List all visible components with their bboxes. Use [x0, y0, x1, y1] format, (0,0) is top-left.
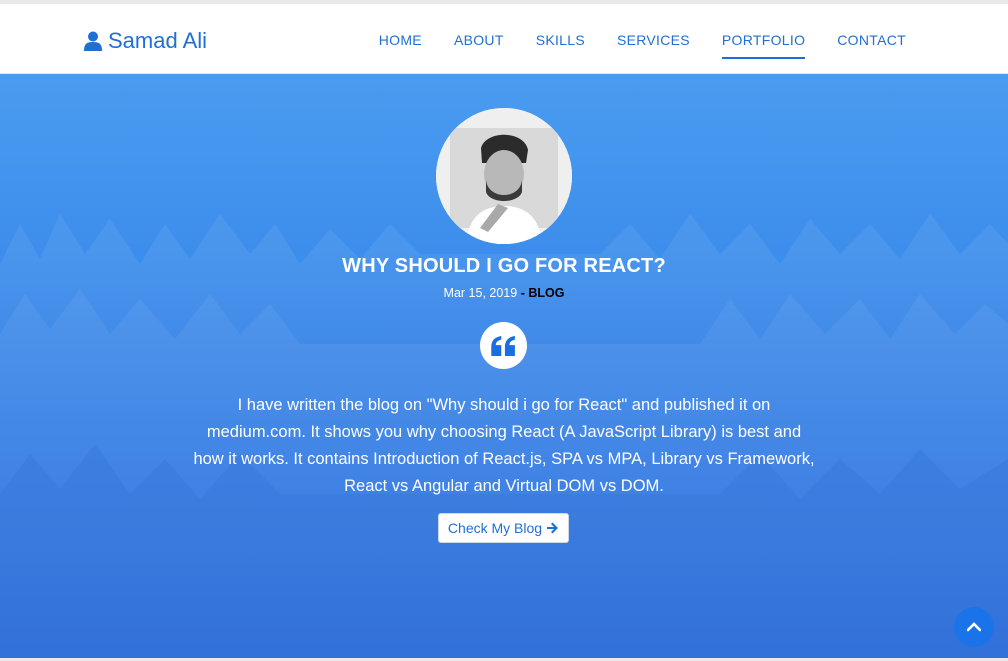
- brand-link[interactable]: Samad Ali: [84, 28, 207, 54]
- nav-item-services[interactable]: SERVICES: [617, 32, 690, 54]
- scroll-to-top-button[interactable]: [954, 607, 994, 647]
- arrow-right-icon: [547, 522, 559, 534]
- nav-item-skills[interactable]: SKILLS: [536, 32, 585, 54]
- post-meta: Mar 15, 2019 - BLOG: [0, 286, 1008, 300]
- blog-hero-section: WHY SHOULD I GO FOR REACT? Mar 15, 2019 …: [0, 74, 1008, 658]
- nav-item-home[interactable]: HOME: [379, 32, 422, 54]
- chevron-up-icon: [967, 622, 981, 632]
- quote-left-icon: [480, 322, 527, 369]
- author-avatar: [436, 108, 572, 244]
- post-date: Mar 15, 2019: [443, 286, 518, 300]
- navbar: Samad Ali HOME ABOUT SKILLS SERVICES POR…: [0, 0, 1008, 74]
- nav-item-contact[interactable]: CONTACT: [837, 32, 906, 54]
- user-icon: [84, 31, 102, 51]
- author-photo: [436, 108, 572, 244]
- main-nav: HOME ABOUT SKILLS SERVICES PORTFOLIO CON…: [347, 32, 906, 59]
- post-title: WHY SHOULD I GO FOR REACT?: [342, 255, 666, 277]
- check-blog-label: Check My Blog: [447, 520, 543, 536]
- post-category: BLOG: [528, 286, 565, 300]
- brand-name: Samad Ali: [108, 28, 208, 53]
- nav-item-portfolio[interactable]: PORTFOLIO: [721, 32, 806, 59]
- post-description: I have written the blog on "Why should i…: [193, 396, 815, 495]
- nav-item-about[interactable]: ABOUT: [454, 32, 504, 54]
- check-blog-button[interactable]: Check My Blog: [438, 513, 569, 543]
- meta-separator: -: [517, 286, 529, 300]
